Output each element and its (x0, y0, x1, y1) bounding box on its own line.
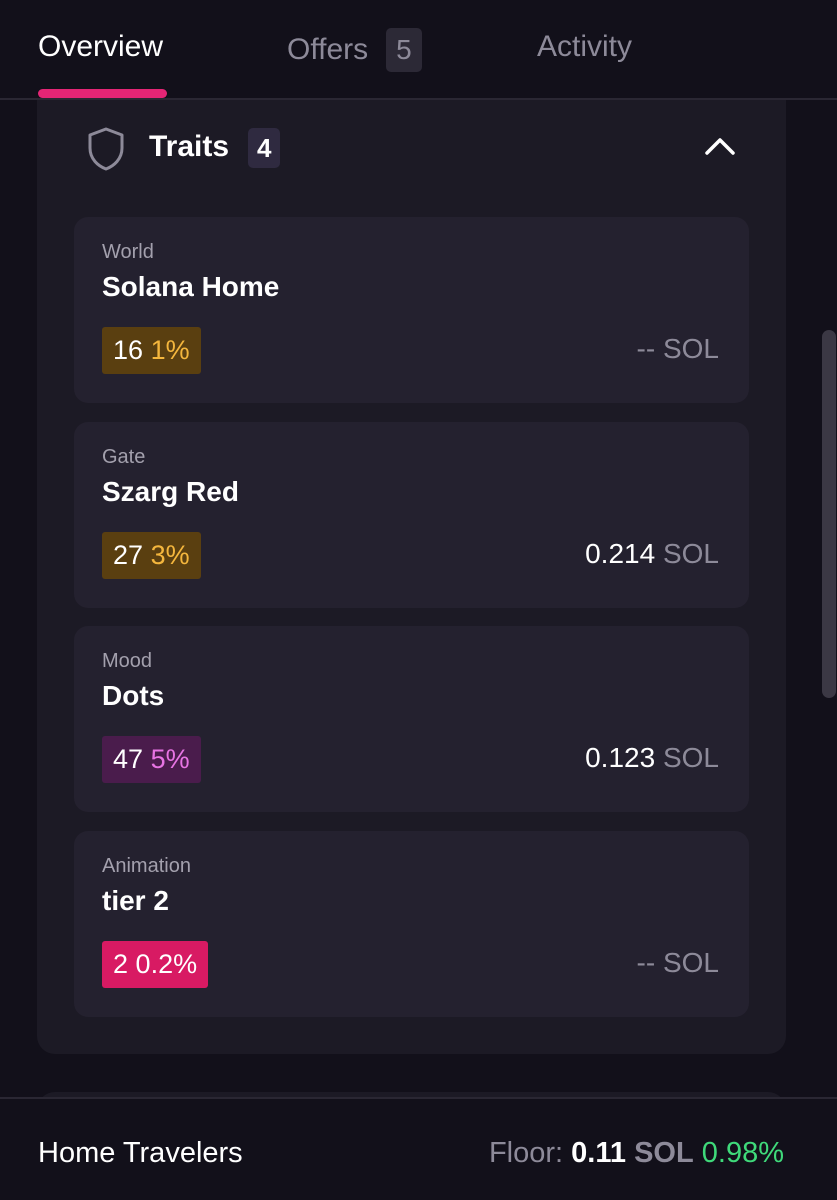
trait-percent: 3% (150, 540, 190, 570)
tab-overview-label: Overview (38, 30, 164, 63)
price-unit: SOL (662, 333, 719, 364)
rarity-badge: 2 0.2% (102, 941, 209, 988)
collection-name[interactable]: Home Travelers (38, 1137, 243, 1170)
trait-card-mood[interactable]: Mood Dots 47 5% 0.123 SOL (74, 626, 749, 812)
trait-value: Solana Home (102, 271, 280, 302)
chevron-up-icon[interactable] (704, 134, 736, 158)
rarity-badge: 16 1% (102, 327, 201, 374)
tab-overview[interactable]: Overview (38, 30, 163, 64)
rarity-badge: 47 5% (102, 736, 201, 783)
trait-count: 47 (113, 744, 144, 774)
shield-icon (88, 127, 124, 171)
collection-footer: Home Travelers Floor: 0.11 SOL 0.98% (0, 1097, 837, 1200)
traits-title: Traits (149, 130, 230, 163)
trait-percent: 0.2% (135, 949, 198, 979)
tab-bar: Overview Offers 5 Activity (0, 0, 837, 100)
trait-floor-price: 0.123 SOL (585, 742, 719, 774)
trait-card-animation[interactable]: Animation tier 2 2 0.2% -- SOL (74, 831, 749, 1017)
trait-count: 16 (113, 335, 144, 365)
price-amount: -- (636, 333, 656, 364)
floor-change: 0.98% (701, 1137, 784, 1169)
price-unit: SOL (662, 538, 719, 569)
traits-count-badge: 4 (248, 128, 281, 168)
trait-card-gate[interactable]: Gate Szarg Red 27 3% 0.214 SOL (74, 422, 749, 608)
trait-percent: 5% (150, 744, 190, 774)
price-unit: SOL (662, 742, 719, 773)
active-tab-indicator (38, 89, 167, 98)
trait-card-world[interactable]: World Solana Home 16 1% -- SOL (74, 217, 749, 403)
trait-value: tier 2 (102, 885, 169, 916)
floor-unit: SOL (634, 1137, 694, 1169)
tab-offers[interactable]: Offers 5 (287, 28, 422, 72)
trait-value: Szarg Red (102, 476, 239, 507)
trait-value: Dots (102, 680, 165, 711)
offers-count-badge: 5 (386, 28, 422, 72)
trait-type: Animation (102, 855, 191, 877)
traits-header[interactable]: Traits 4 (86, 124, 746, 174)
trait-floor-price: 0.214 SOL (585, 538, 719, 570)
floor-value: 0.11 (571, 1137, 627, 1169)
floor-price: Floor: 0.11 SOL 0.98% (489, 1137, 784, 1170)
price-amount: 0.123 (585, 742, 656, 773)
floor-label: Floor: (488, 1137, 564, 1169)
trait-type: World (102, 241, 154, 263)
trait-type: Mood (102, 650, 153, 672)
tab-activity[interactable]: Activity (537, 30, 632, 64)
price-unit: SOL (662, 947, 719, 978)
trait-floor-price: -- SOL (637, 333, 719, 365)
price-amount: -- (636, 947, 656, 978)
trait-type: Gate (102, 446, 146, 468)
scrollbar-thumb[interactable] (822, 330, 836, 698)
rarity-badge: 27 3% (102, 532, 201, 579)
trait-count: 2 (113, 949, 129, 979)
tab-offers-label: Offers (287, 33, 369, 66)
price-amount: 0.214 (585, 538, 656, 569)
trait-count: 27 (113, 540, 144, 570)
tab-activity-label: Activity (537, 30, 633, 63)
trait-floor-price: -- SOL (637, 947, 719, 979)
trait-percent: 1% (150, 335, 190, 365)
